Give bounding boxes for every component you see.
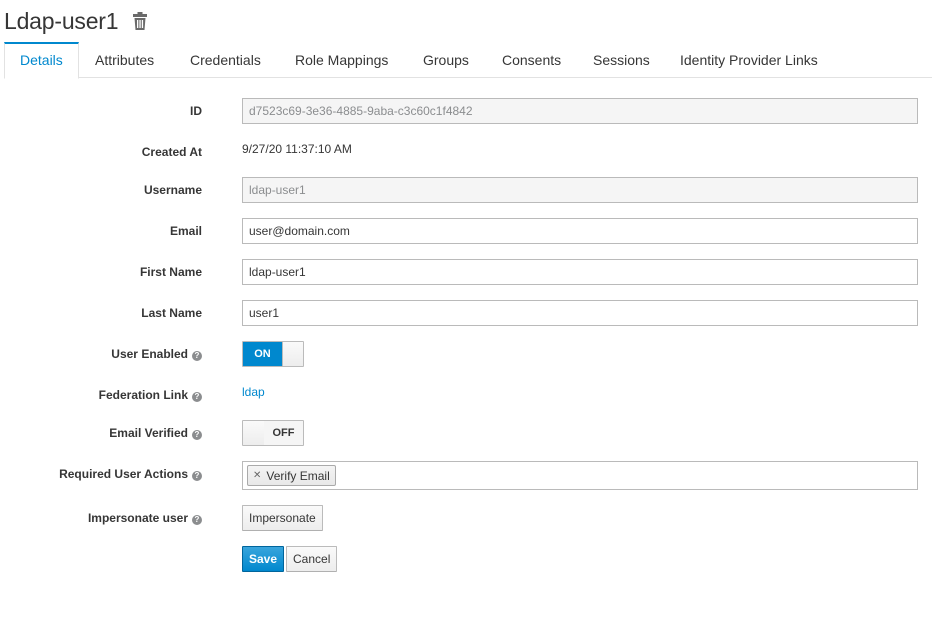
help-icon[interactable]: ? <box>192 471 202 481</box>
email-label: Email <box>169 224 202 238</box>
created-at-value: 9/27/20 11:37:10 AM <box>242 142 352 156</box>
required-actions-label-text: Required User Actions <box>59 467 188 481</box>
toggle-on-label: ON <box>243 342 282 366</box>
toggle-knob <box>282 342 303 366</box>
federation-link-label-text: Federation Link <box>98 388 188 402</box>
toggle-off-label: OFF <box>264 421 303 445</box>
email-field[interactable] <box>242 218 918 244</box>
user-tabs: Details Attributes Credentials Role Mapp… <box>4 42 932 79</box>
required-actions-label: Required User Actions? <box>59 467 202 481</box>
impersonate-label: Impersonate user? <box>88 511 202 525</box>
page-title: Ldap-user1 <box>4 7 119 34</box>
tab-groups[interactable]: Groups <box>408 42 484 78</box>
tab-details[interactable]: Details <box>4 42 79 79</box>
last-name-field[interactable] <box>242 300 918 326</box>
chip-label: Verify Email <box>266 468 330 483</box>
required-actions-select[interactable]: ✕ Verify Email <box>242 461 918 490</box>
federation-link[interactable]: ldap <box>242 385 265 399</box>
trash-icon[interactable] <box>132 11 148 31</box>
help-icon[interactable]: ? <box>192 430 202 440</box>
cancel-button[interactable]: Cancel <box>286 546 338 572</box>
last-name-label: Last Name <box>141 306 202 320</box>
page-header: Ldap-user1 <box>4 4 148 38</box>
tab-sessions[interactable]: Sessions <box>578 42 665 78</box>
toggle-knob <box>243 421 265 445</box>
user-enabled-toggle[interactable]: ON <box>242 341 304 367</box>
help-icon[interactable]: ? <box>192 351 202 361</box>
tab-consents[interactable]: Consents <box>487 42 576 78</box>
email-verified-toggle[interactable]: OFF <box>242 420 304 446</box>
remove-chip-icon[interactable]: ✕ <box>253 470 261 481</box>
user-enabled-label: User Enabled? <box>111 347 202 361</box>
tab-identity-provider-links[interactable]: Identity Provider Links <box>665 42 833 78</box>
tab-credentials[interactable]: Credentials <box>175 42 276 78</box>
id-label: ID <box>190 104 202 118</box>
email-verified-label-text: Email Verified <box>109 426 188 440</box>
help-icon[interactable]: ? <box>192 515 202 525</box>
username-field[interactable] <box>242 177 918 203</box>
email-verified-label: Email Verified? <box>109 426 202 440</box>
created-at-label: Created At <box>141 145 202 159</box>
impersonate-label-text: Impersonate user <box>87 511 188 525</box>
help-icon[interactable]: ? <box>192 392 202 402</box>
first-name-field[interactable] <box>242 259 918 285</box>
tab-attributes[interactable]: Attributes <box>80 42 169 78</box>
tab-role-mappings[interactable]: Role Mappings <box>280 42 403 78</box>
federation-link-label: Federation Link? <box>99 388 202 402</box>
impersonate-button[interactable]: Impersonate <box>242 505 323 531</box>
user-enabled-label-text: User Enabled <box>111 347 188 361</box>
id-field[interactable] <box>242 98 918 124</box>
selected-chip: ✕ Verify Email <box>247 465 336 486</box>
username-label: Username <box>143 183 202 197</box>
save-button[interactable]: Save <box>242 546 285 572</box>
first-name-label: First Name <box>139 265 202 279</box>
